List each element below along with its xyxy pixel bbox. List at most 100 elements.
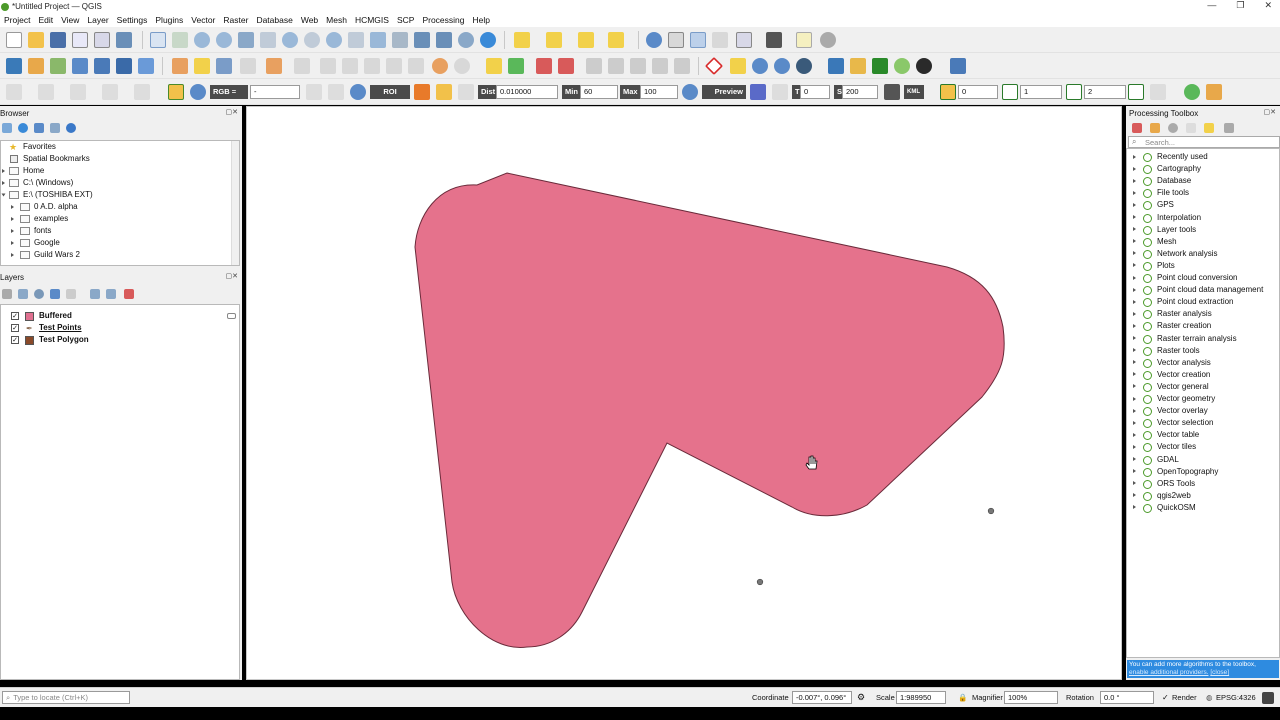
processing-item[interactable]: Vector creation bbox=[1127, 369, 1280, 381]
processing-item[interactable]: Plots bbox=[1127, 260, 1280, 272]
edit-features-inplace-icon[interactable] bbox=[1204, 123, 1214, 133]
browser-item-bookmarks[interactable]: Spatial Bookmarks bbox=[9, 153, 90, 165]
new-print-layout-icon[interactable] bbox=[72, 32, 88, 48]
menu-scp[interactable]: SCP bbox=[393, 15, 418, 25]
add-vector-layer-icon[interactable] bbox=[50, 58, 66, 74]
select-features-icon[interactable] bbox=[514, 32, 530, 48]
expand-arrow-icon[interactable] bbox=[1133, 505, 1136, 510]
expand-arrow-icon[interactable] bbox=[1133, 493, 1136, 498]
scp-plugin-icon[interactable] bbox=[1206, 84, 1222, 100]
layer-visibility-checkbox[interactable]: ✓ bbox=[11, 336, 19, 344]
statistical-summary-icon[interactable] bbox=[712, 32, 728, 48]
test-point[interactable] bbox=[987, 507, 995, 515]
zoom-selection-icon[interactable] bbox=[260, 32, 276, 48]
terrain-icon[interactable] bbox=[872, 58, 888, 74]
expand-arrow-icon[interactable] bbox=[1133, 481, 1136, 486]
buffered-polygon[interactable] bbox=[414, 172, 1005, 648]
close-button[interactable]: ✕ bbox=[1264, 0, 1272, 11]
processing-dock-controls[interactable]: ▢✕ bbox=[1264, 108, 1276, 116]
history-icon[interactable] bbox=[1168, 123, 1178, 133]
menu-hcmgis[interactable]: HCMGIS bbox=[351, 15, 393, 25]
processing-item[interactable]: Vector general bbox=[1127, 381, 1280, 393]
rgb-combo[interactable]: - bbox=[250, 85, 300, 99]
test-point[interactable] bbox=[756, 578, 764, 586]
roi-button[interactable]: ROI bbox=[370, 85, 410, 99]
processing-item[interactable]: QuickOSM bbox=[1127, 502, 1280, 514]
scp-roi-add-icon[interactable] bbox=[436, 84, 452, 100]
new-bookmark-icon[interactable] bbox=[414, 32, 430, 48]
expand-arrow-icon[interactable] bbox=[1133, 444, 1136, 449]
menu-project[interactable]: Project bbox=[0, 15, 34, 25]
processing-item[interactable]: GDAL bbox=[1127, 454, 1280, 466]
menu-layer[interactable]: Layer bbox=[83, 15, 112, 25]
scp-classify-icon[interactable] bbox=[750, 84, 766, 100]
processing-item[interactable]: Raster terrain analysis bbox=[1127, 333, 1280, 345]
show-hide-labels-icon[interactable] bbox=[558, 58, 574, 74]
save-project-icon[interactable] bbox=[50, 32, 66, 48]
collapse-all-layers-icon[interactable] bbox=[106, 289, 116, 299]
scale-combo[interactable]: 1:989950 bbox=[896, 691, 946, 704]
kml-button[interactable]: KML bbox=[904, 85, 924, 99]
zoom-in-icon[interactable] bbox=[194, 32, 210, 48]
processing-item[interactable]: Vector selection bbox=[1127, 417, 1280, 429]
osm-icon[interactable] bbox=[916, 58, 932, 74]
scp-prev-icon[interactable] bbox=[306, 84, 322, 100]
expand-arrow-icon[interactable] bbox=[1133, 457, 1136, 461]
menu-edit[interactable]: Edit bbox=[34, 15, 57, 25]
deselect-all-icon[interactable] bbox=[578, 32, 594, 48]
scp-band-set-icon[interactable] bbox=[168, 84, 184, 100]
processing-item[interactable]: File tools bbox=[1127, 187, 1280, 199]
vertex-tool-icon[interactable] bbox=[266, 58, 282, 74]
add-selected-layers-icon[interactable] bbox=[2, 123, 12, 133]
expand-arrow-icon[interactable] bbox=[1133, 360, 1136, 365]
lock-scale-icon[interactable]: 🔒 bbox=[958, 691, 967, 704]
browser-item-favorites[interactable]: ★ Favorites bbox=[9, 141, 56, 153]
scp-roi-pointer-icon[interactable] bbox=[414, 84, 430, 100]
info-close-link[interactable]: [close] bbox=[1210, 669, 1229, 676]
menu-settings[interactable]: Settings bbox=[113, 15, 152, 25]
expand-arrow-icon[interactable] bbox=[1133, 432, 1136, 437]
expand-arrow-icon[interactable] bbox=[1133, 299, 1136, 304]
collapse-all-icon[interactable] bbox=[50, 123, 60, 133]
expand-arrow-icon[interactable] bbox=[1133, 178, 1136, 183]
processing-item[interactable]: ORS Tools bbox=[1127, 478, 1280, 490]
browser-scrollbar[interactable] bbox=[231, 141, 239, 265]
processing-item[interactable]: Point cloud conversion bbox=[1127, 272, 1280, 284]
expand-arrow-icon[interactable] bbox=[1133, 469, 1136, 474]
browser-item-home[interactable]: Home bbox=[1, 165, 44, 177]
toggle-extents-icon[interactable]: ⚙ bbox=[857, 691, 865, 704]
browser-item-google[interactable]: Google bbox=[1, 237, 60, 249]
expand-arrow-icon[interactable] bbox=[1133, 408, 1136, 413]
zoom-last-icon[interactable] bbox=[326, 32, 342, 48]
t-spinbox[interactable]: 0 bbox=[800, 85, 830, 99]
min-spinbox[interactable]: 60 bbox=[580, 85, 618, 99]
processing-item[interactable]: Database bbox=[1127, 175, 1280, 187]
expand-arrow-icon[interactable] bbox=[1133, 348, 1136, 353]
menu-vector[interactable]: Vector bbox=[187, 15, 219, 25]
pan-map-icon[interactable] bbox=[150, 32, 166, 48]
zoom-layer-icon[interactable] bbox=[282, 32, 298, 48]
identify-features-icon[interactable] bbox=[646, 32, 662, 48]
zoom-full-icon[interactable] bbox=[238, 32, 254, 48]
geocode-icon[interactable] bbox=[774, 58, 790, 74]
plugin-globe-icon[interactable] bbox=[894, 58, 910, 74]
expand-arrow-icon[interactable] bbox=[1133, 202, 1136, 207]
processing-item[interactable]: Layer tools bbox=[1127, 224, 1280, 236]
add-raster-layer-icon[interactable] bbox=[72, 58, 88, 74]
filter-browser-icon[interactable] bbox=[34, 123, 44, 133]
expand-arrow-icon[interactable] bbox=[1133, 190, 1136, 195]
temporal-controller-icon[interactable] bbox=[458, 32, 474, 48]
menu-plugins[interactable]: Plugins bbox=[151, 15, 187, 25]
menu-web[interactable]: Web bbox=[297, 15, 322, 25]
browser-item-c-drive[interactable]: C:\ (Windows) bbox=[1, 177, 73, 189]
properties-icon[interactable] bbox=[66, 123, 76, 133]
locator-input[interactable]: ⌕ Type to locate (Ctrl+K) bbox=[2, 691, 130, 704]
messages-icon[interactable] bbox=[1262, 692, 1274, 704]
triangle-tool-icon[interactable] bbox=[730, 58, 746, 74]
new-3d-view-icon[interactable] bbox=[392, 32, 408, 48]
scp-next-icon[interactable] bbox=[328, 84, 344, 100]
processing-item[interactable]: Interpolation bbox=[1127, 212, 1280, 224]
browser-item-guildwars[interactable]: Guild Wars 2 bbox=[1, 249, 80, 261]
processing-item[interactable]: Vector analysis bbox=[1127, 357, 1280, 369]
expand-arrow-icon[interactable] bbox=[1133, 420, 1136, 425]
